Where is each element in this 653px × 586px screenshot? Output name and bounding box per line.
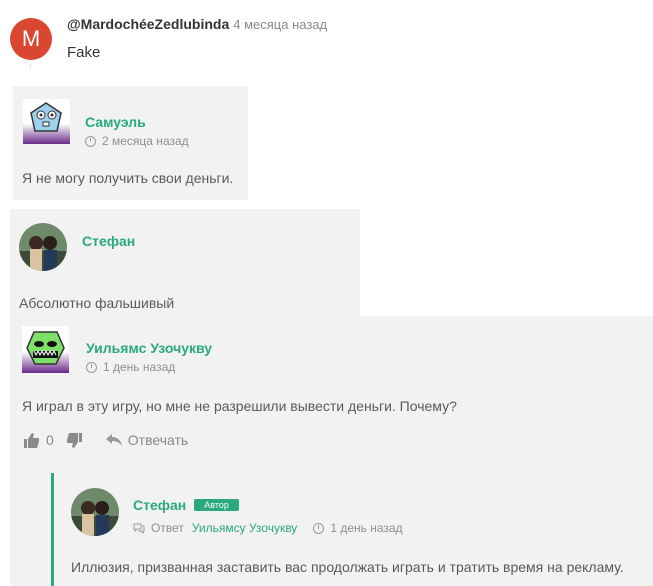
avatar[interactable] [71, 488, 119, 536]
thread-divider [30, 64, 31, 68]
photo-avatar-icon [19, 223, 67, 271]
thumbs-down-icon[interactable] [66, 432, 82, 448]
reply-prefix: Ответ [151, 521, 184, 535]
author-badge: Автор [194, 499, 239, 511]
like-button[interactable]: 0 [24, 432, 54, 448]
monster-avatar-icon [26, 331, 65, 365]
reply-to-link[interactable]: Уильямсу Узочукву [192, 521, 297, 535]
clock-icon [86, 361, 97, 373]
author-name[interactable]: Стефан [133, 497, 186, 513]
clock-icon [313, 522, 325, 534]
reply-button[interactable]: Отвечать [105, 432, 189, 448]
comment-timestamp: 2 месяца назад [102, 134, 189, 148]
like-count: 0 [46, 432, 54, 448]
avatar[interactable]: M [10, 18, 52, 60]
comment-text: Абсолютно фальшивый [19, 295, 175, 311]
comment-actions: 0 Отвечать [24, 432, 188, 448]
comment-timestamp: 1 день назад [330, 521, 403, 535]
nested-reply-border [51, 473, 54, 586]
comment-meta: Ответ Уильямсу Узочукву 1 день назад [133, 521, 403, 535]
comment-text: Я играл в эту игру, но мне не разрешили … [22, 398, 457, 414]
reply-arrow-icon [105, 434, 122, 446]
comment-author: @MardochéeZedlubinda 4 месяца назад [67, 16, 327, 32]
reply-card: Стефан Абсолютно фальшивый [10, 209, 360, 316]
author-name[interactable]: Стефан [82, 233, 135, 249]
comment-timestamp: 1 день назад [103, 360, 176, 374]
monster-avatar-icon [30, 102, 62, 132]
avatar[interactable] [19, 223, 67, 271]
author-name[interactable]: Самуэль [85, 114, 146, 130]
comments-icon [133, 523, 145, 534]
reply-label: Отвечать [127, 432, 189, 448]
reply-card: Самуэль 2 месяца назад Я не могу получит… [13, 86, 248, 200]
reply-card: Уильямс Узочукву 1 день назад Я играл в … [10, 316, 653, 586]
comment-timestamp: 4 месяца назад [233, 17, 328, 32]
thumbs-up-icon [24, 432, 39, 448]
author-name[interactable]: @MardochéeZedlubinda [67, 16, 229, 32]
avatar-letter: M [21, 26, 41, 51]
comment-meta: 1 день назад [86, 360, 175, 374]
reply-header: Стефан Автор [133, 497, 239, 513]
comment-meta: 2 месяца назад [85, 134, 189, 148]
comment-text: Иллюзия, призванная заставить вас продол… [71, 559, 624, 575]
avatar[interactable] [23, 99, 70, 144]
avatar[interactable] [22, 326, 69, 373]
author-name[interactable]: Уильямс Узочукву [86, 340, 212, 356]
clock-icon [85, 135, 96, 147]
comment-text: Fake [67, 44, 101, 61]
comment-text: Я не могу получить свои деньги. [22, 170, 234, 186]
photo-avatar-icon [71, 488, 119, 536]
